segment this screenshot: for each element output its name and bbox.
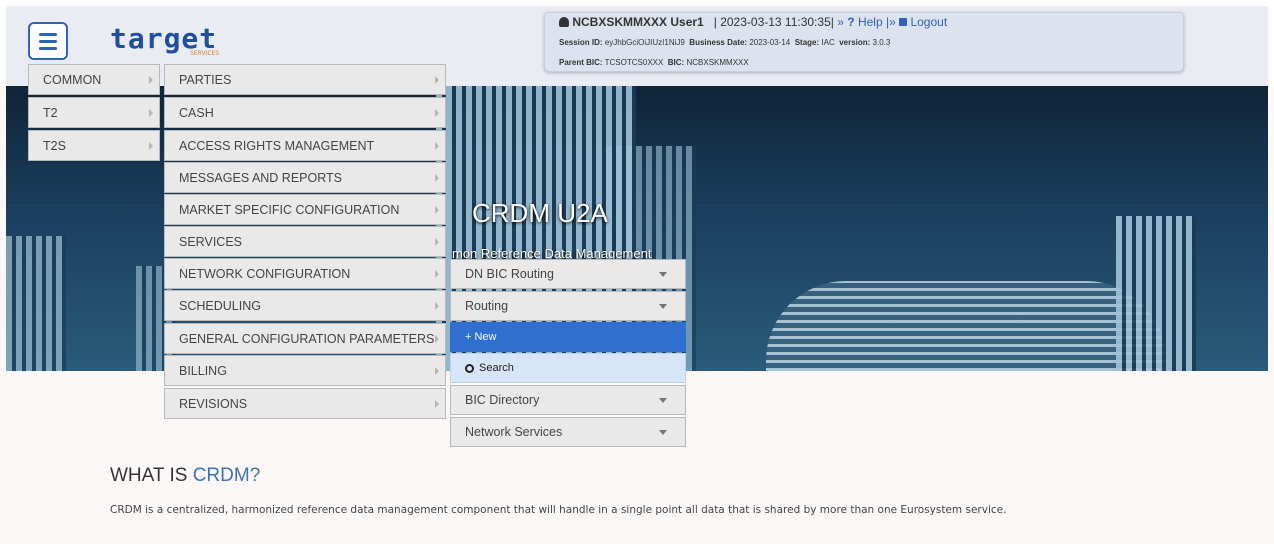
- stage-label: Stage:: [794, 38, 820, 47]
- session-info-panel: NCBXSKMMXXX User1 | 2023-03-13 11:30:35|…: [544, 12, 1184, 72]
- submenu-network-services[interactable]: Network Services: [450, 417, 686, 447]
- menu-item-label: NETWORK CONFIGURATION: [179, 266, 351, 281]
- section-heading: WHAT IS CRDM?: [110, 465, 260, 487]
- chevron-right-icon: [435, 301, 439, 310]
- hero-title: CRDM U2A: [472, 198, 608, 228]
- menu-item-label: CASH: [179, 105, 214, 120]
- search-icon: [465, 363, 474, 373]
- submenu-bic-directory[interactable]: BIC Directory: [450, 385, 686, 415]
- sep: |: [830, 15, 834, 29]
- menu-item-label: T2S: [43, 138, 66, 153]
- sep: |: [713, 15, 717, 29]
- menu-item-label: REVISIONS: [179, 396, 248, 411]
- building-graphic: [1116, 216, 1196, 371]
- hamburger-menu-button[interactable]: [28, 22, 68, 60]
- stage: IAC: [821, 38, 835, 47]
- question-icon: ?: [847, 15, 855, 29]
- chevron-right-icon: [435, 399, 439, 408]
- chevron-right-icon: [435, 141, 439, 150]
- menu-item-label: SERVICES: [179, 234, 242, 249]
- chevron-right-icon: [435, 205, 439, 214]
- menu-item-market-specific-configuration[interactable]: MARKET SPECIFIC CONFIGURATION: [164, 194, 446, 225]
- menu-item-messages-and-reports[interactable]: MESSAGES AND REPORTS: [164, 162, 446, 193]
- menu-item-common[interactable]: COMMON: [28, 64, 160, 95]
- menu-item-revisions[interactable]: REVISIONS: [164, 388, 446, 419]
- menu-item-t2[interactable]: T2: [28, 97, 160, 128]
- chevron-right-icon: [435, 173, 439, 182]
- building-graphic: [766, 281, 1166, 371]
- chevron-right-icon: [435, 108, 439, 117]
- caret-down-icon: [659, 272, 667, 277]
- menu-item-label: BILLING: [179, 363, 227, 378]
- logo-subtitle: SERVICES: [190, 50, 220, 57]
- routing-search-link[interactable]: Search: [450, 353, 686, 383]
- menu-item-label: GENERAL CONFIGURATION PARAMETERS: [179, 331, 435, 346]
- menu-item-t2s[interactable]: T2S: [28, 130, 160, 161]
- intro-paragraph: CRDM is a centralized, harmonized refere…: [110, 504, 1007, 516]
- business-date-label: Business Date:: [689, 38, 748, 47]
- help-link[interactable]: ? Help: [847, 15, 882, 29]
- session-id-label: Session ID:: [559, 38, 603, 47]
- routing-new-link[interactable]: + New: [450, 322, 686, 352]
- chevron-right-icon: [435, 237, 439, 246]
- submenu-label: Routing: [465, 299, 509, 313]
- bic: NCBXSKMMXXX: [686, 58, 749, 67]
- menu-item-label: T2: [43, 105, 58, 120]
- submenu-label: Network Services: [465, 425, 563, 439]
- lock-icon: [899, 18, 908, 26]
- heading-plain: WHAT IS: [110, 465, 188, 486]
- menu-item-billing[interactable]: BILLING: [164, 355, 446, 386]
- menu-item-label: MESSAGES AND REPORTS: [179, 170, 343, 185]
- chevron-right-icon: [435, 334, 439, 343]
- session-datetime: 2023-03-13 11:30:35: [720, 15, 831, 29]
- help-label: Help: [857, 15, 883, 29]
- menu-icon: [39, 33, 57, 36]
- chevron-right-icon: [435, 75, 439, 84]
- heading-highlight: CRDM?: [192, 465, 261, 486]
- caret-down-icon: [659, 304, 667, 309]
- chevron-right-icon: [149, 141, 153, 150]
- parent-bic-label: Parent BIC:: [559, 58, 603, 67]
- chevron-right-icon: [435, 269, 439, 278]
- business-date: 2023-03-14: [749, 38, 791, 47]
- menu-item-label: PARTIES: [179, 72, 232, 87]
- caret-down-icon: [659, 430, 667, 435]
- sep: |»: [885, 15, 896, 29]
- version-label: version:: [839, 38, 871, 47]
- submenu-label: BIC Directory: [465, 393, 540, 407]
- help-prefix: »: [837, 15, 844, 29]
- building-graphic: [6, 236, 66, 371]
- menu-item-access-rights-management[interactable]: ACCESS RIGHTS MANAGEMENT: [164, 130, 446, 161]
- chevron-right-icon: [435, 366, 439, 375]
- menu-item-label: COMMON: [43, 72, 102, 87]
- submenu-routing[interactable]: Routing: [450, 291, 686, 321]
- chevron-right-icon: [149, 75, 153, 84]
- parent-bic: TCSOTCS0XXX: [604, 58, 664, 67]
- menu-item-general-configuration-parameters[interactable]: GENERAL CONFIGURATION PARAMETERS: [164, 323, 446, 354]
- menu-item-network-configuration[interactable]: NETWORK CONFIGURATION: [164, 258, 446, 289]
- menu-item-label: ACCESS RIGHTS MANAGEMENT: [179, 138, 375, 153]
- chevron-right-icon: [149, 108, 153, 117]
- menu-item-parties[interactable]: PARTIES: [164, 64, 446, 95]
- new-label: + New: [465, 331, 497, 343]
- submenu-dn-bic-routing[interactable]: DN BIC Routing: [450, 259, 686, 289]
- logout-link[interactable]: Logout: [899, 15, 947, 29]
- submenu-label: DN BIC Routing: [465, 267, 554, 281]
- page: target SERVICES NCBXSKMMXXX User1 | 2023…: [0, 0, 1274, 544]
- version: 3.0.3: [872, 38, 891, 47]
- bic-label: BIC:: [667, 58, 685, 67]
- session-id: eyJhbGciOiJIUzI1NiJ9: [604, 38, 685, 47]
- menu-item-services[interactable]: SERVICES: [164, 226, 446, 257]
- logout-label: Logout: [910, 15, 948, 29]
- search-label: Search: [479, 362, 514, 374]
- user-icon: [559, 17, 569, 27]
- caret-down-icon: [659, 398, 667, 403]
- menu-item-scheduling[interactable]: SCHEDULING: [164, 290, 446, 321]
- menu-item-label: MARKET SPECIFIC CONFIGURATION: [179, 202, 400, 217]
- user-name: NCBXSKMMXXX User1: [572, 15, 704, 29]
- menu-item-label: SCHEDULING: [179, 298, 261, 313]
- menu-item-cash[interactable]: CASH: [164, 97, 446, 128]
